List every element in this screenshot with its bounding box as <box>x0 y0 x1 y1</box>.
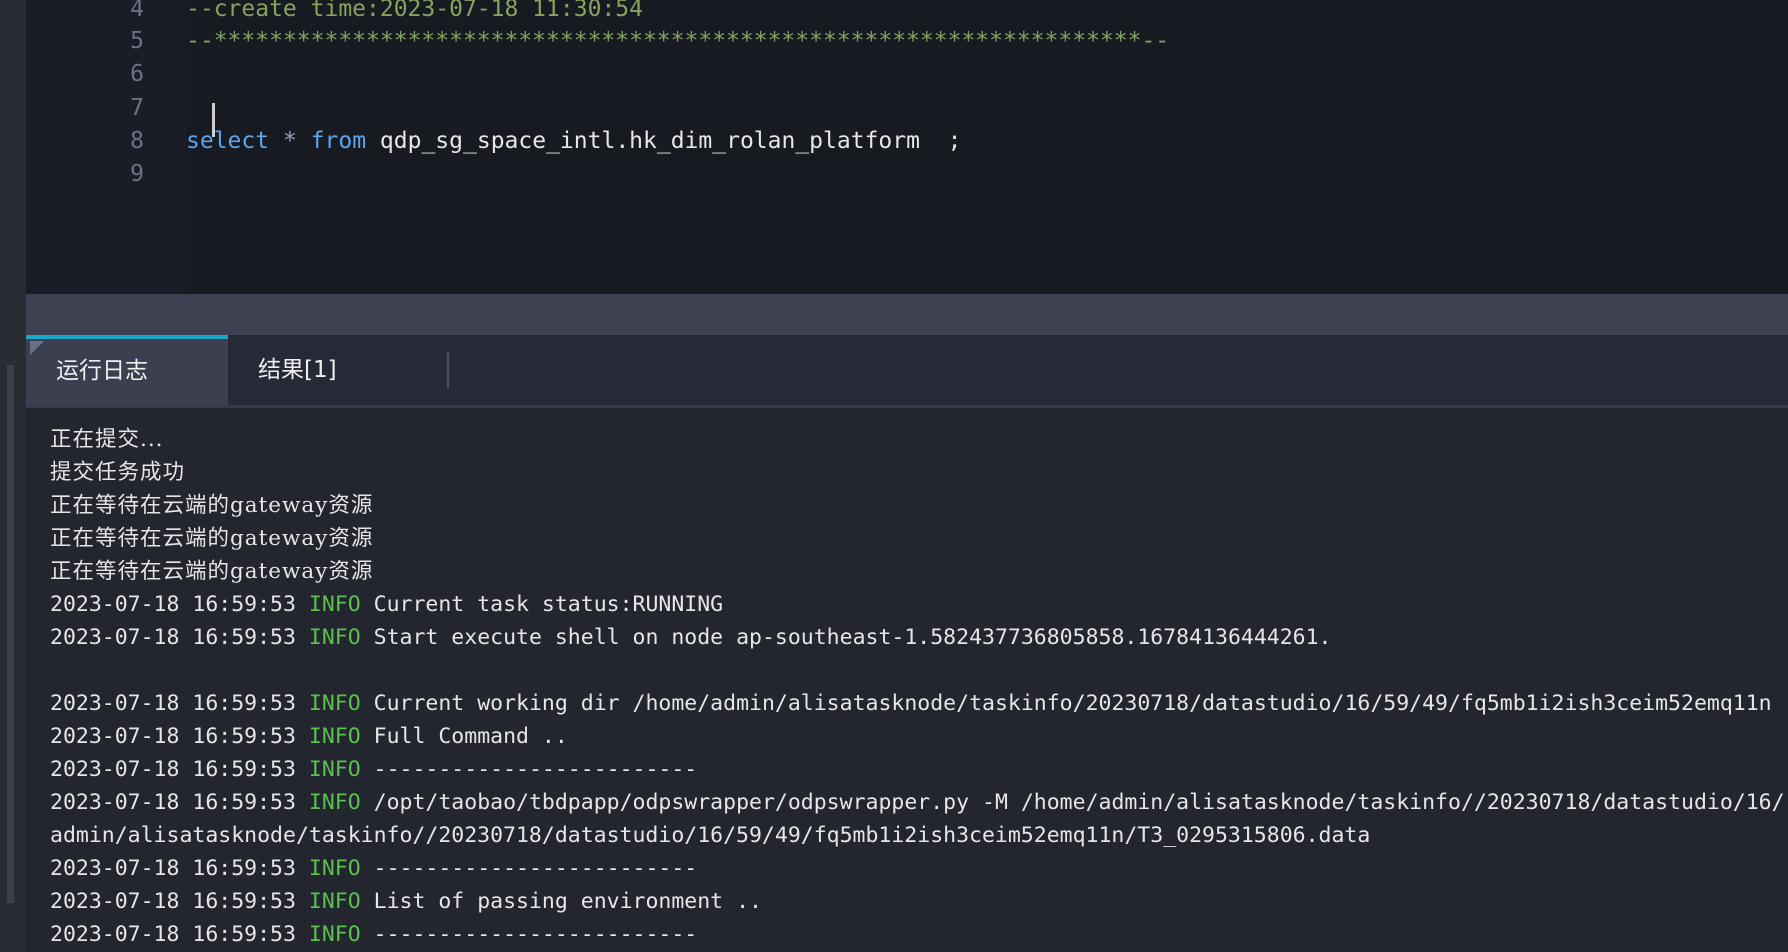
panel-resize-splitter[interactable] <box>26 294 1788 335</box>
log-line: 正在提交... <box>50 427 164 452</box>
log-level: INFO <box>308 691 361 716</box>
sql-keyword-select: select <box>186 128 270 154</box>
tab-result-1[interactable]: 结果[1] <box>228 335 448 405</box>
tab-divider <box>447 351 449 389</box>
log-level: INFO <box>308 757 361 782</box>
log-level: INFO <box>308 790 361 815</box>
line-number: 9 <box>130 161 144 187</box>
log-level: INFO <box>308 889 361 914</box>
tab-run-log[interactable]: 运行日志 <box>26 335 228 405</box>
log-message: ------------------------- <box>373 757 698 782</box>
log-line: 2023-07-18 16:59:53 INFO List of passing… <box>50 885 1788 918</box>
log-timestamp: 2023-07-18 16:59:53 <box>50 625 296 650</box>
log-line: 提交任务成功 <box>50 460 186 485</box>
log-message: Full Command .. <box>373 724 568 749</box>
log-line: 正在等待在云端的gateway资源 <box>50 526 374 551</box>
log-line: 2023-07-18 16:59:53 INFO Start execute s… <box>50 621 1788 654</box>
log-timestamp: 2023-07-18 16:59:53 <box>50 922 296 947</box>
log-line: 2023-07-18 16:59:53 INFO ---------------… <box>50 852 1788 885</box>
log-message: List of passing environment .. <box>373 889 762 914</box>
log-message: Current working dir /home/admin/alisatas… <box>373 691 1772 716</box>
log-message: ------------------------- <box>373 856 698 881</box>
sql-table-name: qdp_sg_space_intl.hk_dim_rolan_platform <box>379 128 920 154</box>
code-line-sql[interactable]: select * from qdp_sg_space_intl.hk_dim_r… <box>186 122 962 160</box>
log-level: INFO <box>308 625 361 650</box>
log-message: Start execute shell on node ap-southeast… <box>373 625 1332 650</box>
log-timestamp: 2023-07-18 16:59:53 <box>50 724 296 749</box>
log-line: 正在等待在云端的gateway资源 <box>50 493 374 518</box>
sidebar-scrollbar[interactable] <box>7 365 14 903</box>
sql-keyword-from: from <box>310 128 367 154</box>
run-log-output[interactable]: 正在提交... 提交任务成功正在等待在云端的gateway资源 正在等待在云端的ga… <box>50 423 1788 952</box>
sql-star: * <box>282 128 297 154</box>
log-message: Current task status:RUNNING <box>373 592 724 617</box>
log-message: /opt/taobao/tbdpapp/odpswrapper/odpswrap… <box>373 790 1785 815</box>
log-line: 2023-07-18 16:59:53 INFO ---------------… <box>50 753 1788 786</box>
log-level: INFO <box>308 856 361 881</box>
log-message: ------------------------- <box>373 922 698 947</box>
log-level: INFO <box>308 922 361 947</box>
code-line-comment[interactable]: --**************************************… <box>186 22 1169 60</box>
log-timestamp: 2023-07-18 16:59:53 <box>50 757 296 782</box>
log-timestamp: 2023-07-18 16:59:53 <box>50 856 296 881</box>
log-timestamp: 2023-07-18 16:59:53 <box>50 889 296 914</box>
log-level: INFO <box>308 724 361 749</box>
log-line: 正在等待在云端的gateway资源 <box>50 559 374 584</box>
log-line: 2023-07-18 16:59:53 INFO Current working… <box>50 687 1788 720</box>
result-tabs: 运行日志 结果[1] <box>26 335 1788 408</box>
sql-terminator: ; <box>919 128 962 154</box>
log-line: 2023-07-18 16:59:53 INFO Current task st… <box>50 588 1788 621</box>
log-timestamp: 2023-07-18 16:59:53 <box>50 592 296 617</box>
log-timestamp: 2023-07-18 16:59:53 <box>50 790 296 815</box>
result-panel: 运行日志 结果[1] 正在提交... 提交任务成功正在等待在云端的gateway资… <box>26 335 1788 952</box>
outer-sidebar-edge <box>0 0 26 952</box>
log-line: 2023-07-18 16:59:53 INFO /opt/taobao/tbd… <box>50 786 1788 819</box>
sql-editor[interactable]: 4 --create time:2023-07-18 11:30:54 5 --… <box>26 0 1788 294</box>
log-level: INFO <box>308 592 361 617</box>
log-line: 2023-07-18 16:59:53 INFO ---------------… <box>50 918 1788 951</box>
line-number: 6 <box>130 61 144 87</box>
log-line: 2023-07-18 16:59:53 INFO Full Command .. <box>50 720 1788 753</box>
log-line: admin/alisatasknode/taskinfo//20230718/d… <box>50 823 1371 848</box>
log-timestamp: 2023-07-18 16:59:53 <box>50 691 296 716</box>
